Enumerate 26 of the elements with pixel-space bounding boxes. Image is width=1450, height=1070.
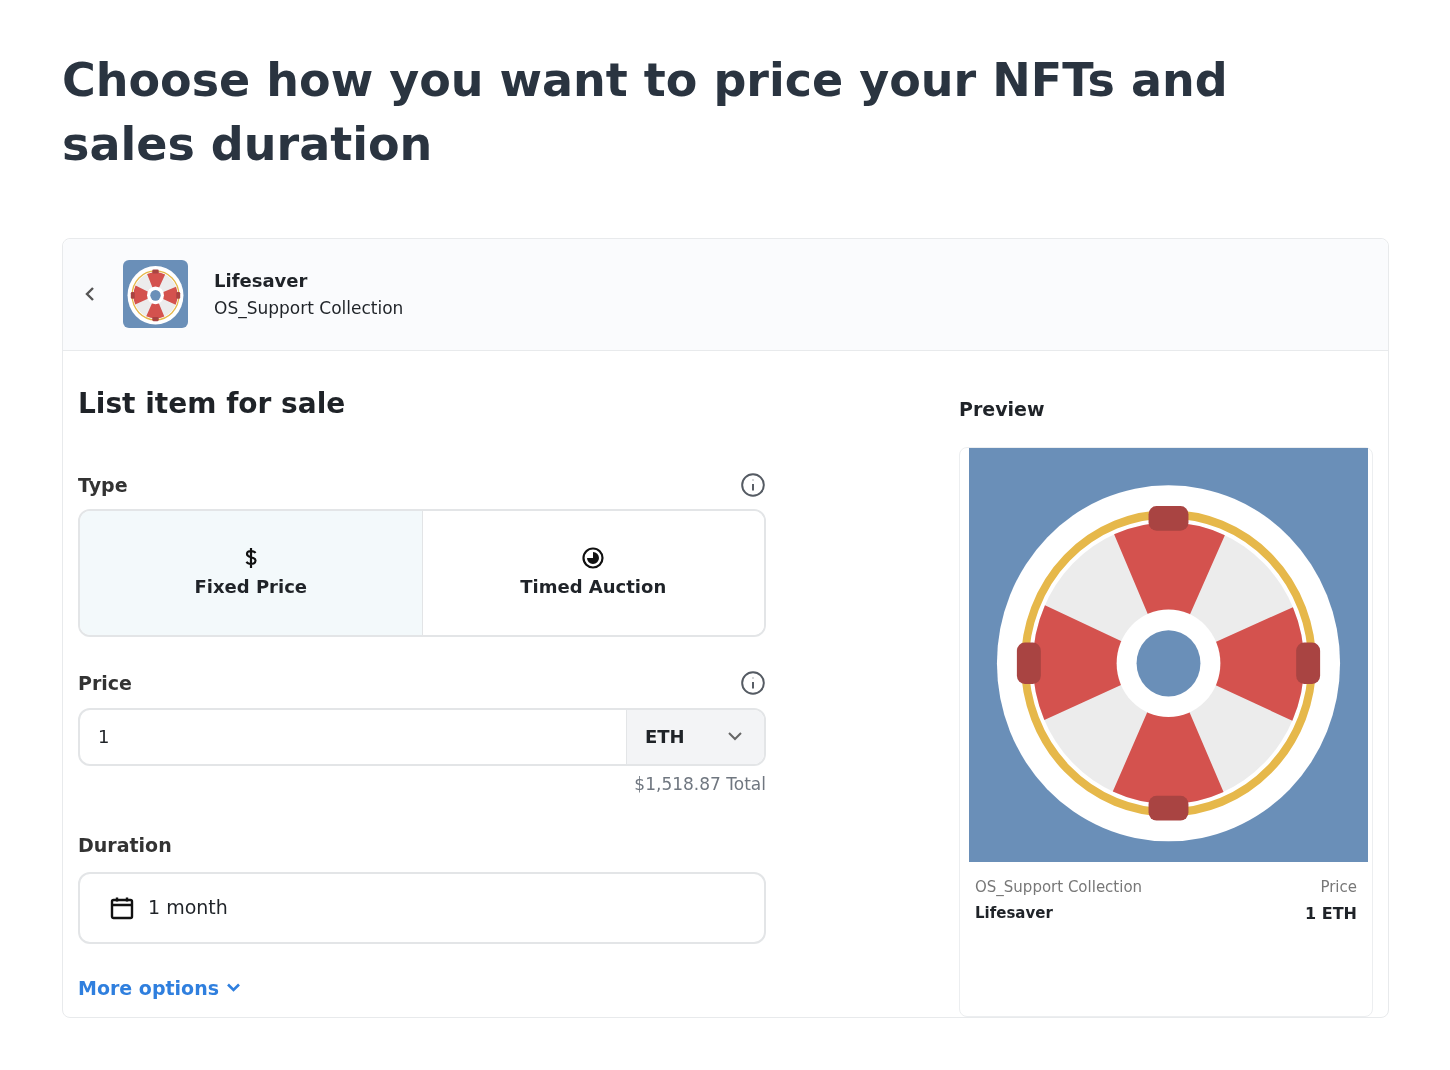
- calendar-icon: [110, 895, 134, 920]
- preview-collection: OS_Support Collection: [975, 877, 1143, 898]
- preview-price-label: Price: [1320, 877, 1357, 898]
- more-options-link[interactable]: More options: [78, 973, 240, 1002]
- duration-field[interactable]: 1 month: [78, 871, 766, 944]
- preview-title: Preview: [959, 396, 1046, 422]
- info-icon[interactable]: [740, 471, 766, 498]
- lifesaver-thumbnail: [123, 260, 188, 329]
- price-total: $1,518.87 Total: [634, 772, 766, 796]
- clock-icon: [582, 546, 605, 569]
- chevron-down-icon: [728, 732, 742, 741]
- currency-select[interactable]: ETH: [626, 709, 764, 764]
- preview-name: Lifesaver: [975, 902, 1054, 924]
- collection-name: OS_Support Collection: [214, 297, 404, 321]
- price-input[interactable]: 1: [80, 709, 626, 764]
- price-label: Price: [78, 671, 132, 696]
- price-field[interactable]: 1 ETH: [78, 707, 766, 766]
- duration-label: Duration: [78, 833, 173, 858]
- item-name: Lifesaver: [214, 269, 309, 293]
- preview-price: 1 ETH: [1305, 902, 1357, 925]
- type-option[interactable]: Fixed Price: [80, 511, 422, 635]
- info-icon[interactable]: [740, 670, 766, 697]
- form-title: List item for sale: [78, 385, 347, 422]
- chevron-down-icon: [227, 983, 240, 993]
- type-label: Type: [78, 472, 128, 498]
- page-title: Choose how you want to price your NFTs and sales duration: [62, 52, 1229, 173]
